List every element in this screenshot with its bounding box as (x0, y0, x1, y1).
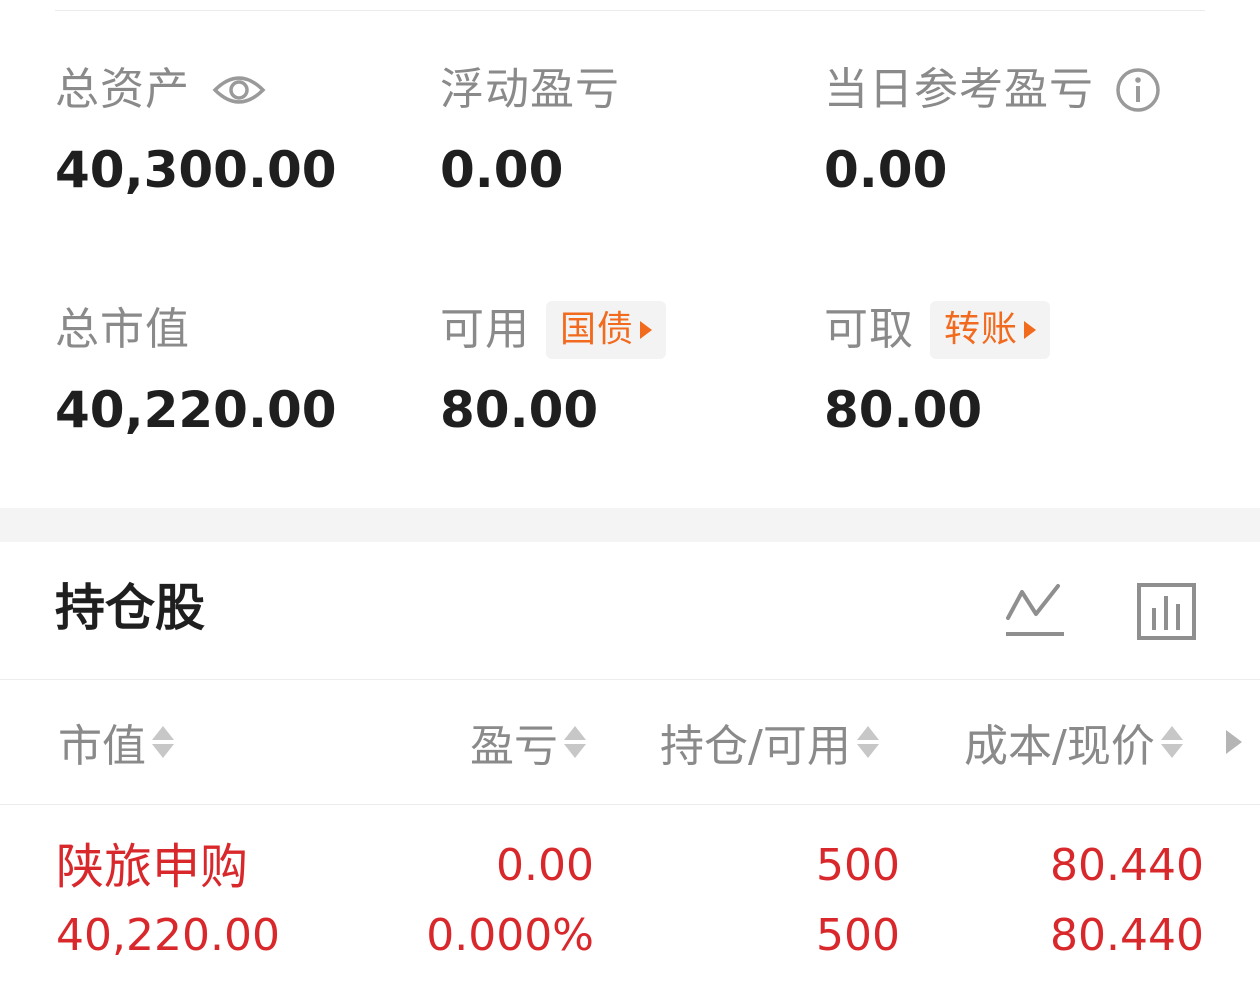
withdrawable-block: 可取 转账 80.00 (824, 300, 1204, 440)
daily-ref-pnl-label: 当日参考盈亏 (824, 64, 1094, 115)
floating-pnl-value: 0.00 (440, 141, 564, 199)
available-block: 可用 国债 80.00 (440, 300, 820, 440)
bar-chart-icon[interactable] (1136, 580, 1198, 642)
total-assets-label-row: 总资产 (55, 60, 435, 120)
column-header-divider (0, 804, 1260, 805)
more-columns-arrow-icon[interactable] (1226, 730, 1242, 754)
column-label: 盈亏 (470, 721, 558, 772)
total-market-value-label-row: 总市值 (55, 300, 435, 360)
column-label: 成本/现价 (964, 721, 1155, 772)
column-header-position-available[interactable]: 持仓/可用 (660, 712, 879, 772)
triangle-right-icon (640, 321, 653, 339)
holdings-title: 持仓股 (55, 579, 205, 637)
column-header-cost-price[interactable]: 成本/现价 (964, 712, 1183, 772)
table-row[interactable]: 陕旅申购 40,220.00 0.00 0.000% 500 500 80.44… (0, 830, 1260, 980)
holdings-header-divider (0, 679, 1260, 680)
triangle-right-icon (1024, 321, 1037, 339)
top-divider (55, 10, 1205, 11)
position-quantity: 500 (816, 840, 900, 891)
trend-chart-icon[interactable] (1002, 580, 1068, 642)
withdrawable-value: 80.00 (824, 381, 983, 439)
sort-icon (856, 726, 879, 758)
pnl-percent: 0.000% (426, 910, 594, 961)
floating-pnl-label: 浮动盈亏 (440, 64, 620, 115)
column-header-market-value[interactable]: 市值 (58, 712, 174, 772)
available-quantity: 500 (816, 910, 900, 961)
column-label: 持仓/可用 (660, 721, 851, 772)
sort-icon (564, 726, 586, 758)
stock-name: 陕旅申购 (56, 839, 249, 895)
daily-ref-pnl-value: 0.00 (824, 141, 948, 199)
available-label: 可用 (440, 304, 530, 355)
daily-ref-pnl-label-row: 当日参考盈亏 (824, 60, 1204, 120)
floating-pnl-label-row: 浮动盈亏 (440, 60, 820, 120)
treasury-bond-label: 国债 (560, 309, 635, 350)
total-assets-block: 总资产 40,300.00 (55, 60, 435, 200)
total-market-value-label: 总市值 (55, 304, 190, 355)
transfer-button[interactable]: 转账 (930, 301, 1051, 359)
floating-pnl-block: 浮动盈亏 0.00 (440, 60, 820, 200)
available-value: 80.00 (440, 381, 599, 439)
sort-icon (152, 726, 174, 758)
daily-ref-pnl-block: 当日参考盈亏 0.00 (824, 60, 1204, 200)
cost-price: 80.440 (1050, 840, 1204, 891)
transfer-label: 转账 (944, 309, 1019, 350)
eye-icon[interactable] (212, 70, 266, 110)
sort-icon (1160, 726, 1183, 758)
total-assets-value: 40,300.00 (55, 141, 337, 199)
market-value: 40,220.00 (56, 910, 280, 961)
column-header-pnl[interactable]: 盈亏 (470, 712, 586, 772)
withdrawable-label: 可取 (824, 304, 914, 355)
available-label-row: 可用 国债 (440, 300, 820, 360)
total-assets-label: 总资产 (55, 64, 190, 115)
section-separator (0, 508, 1260, 542)
info-icon[interactable] (1114, 66, 1162, 114)
total-market-value-block: 总市值 40,220.00 (55, 300, 435, 440)
withdrawable-label-row: 可取 转账 (824, 300, 1204, 360)
current-price: 80.440 (1050, 910, 1204, 961)
column-label: 市值 (58, 721, 146, 772)
pnl-amount: 0.00 (496, 840, 594, 891)
treasury-bond-button[interactable]: 国债 (546, 301, 667, 359)
total-market-value-value: 40,220.00 (55, 381, 337, 439)
